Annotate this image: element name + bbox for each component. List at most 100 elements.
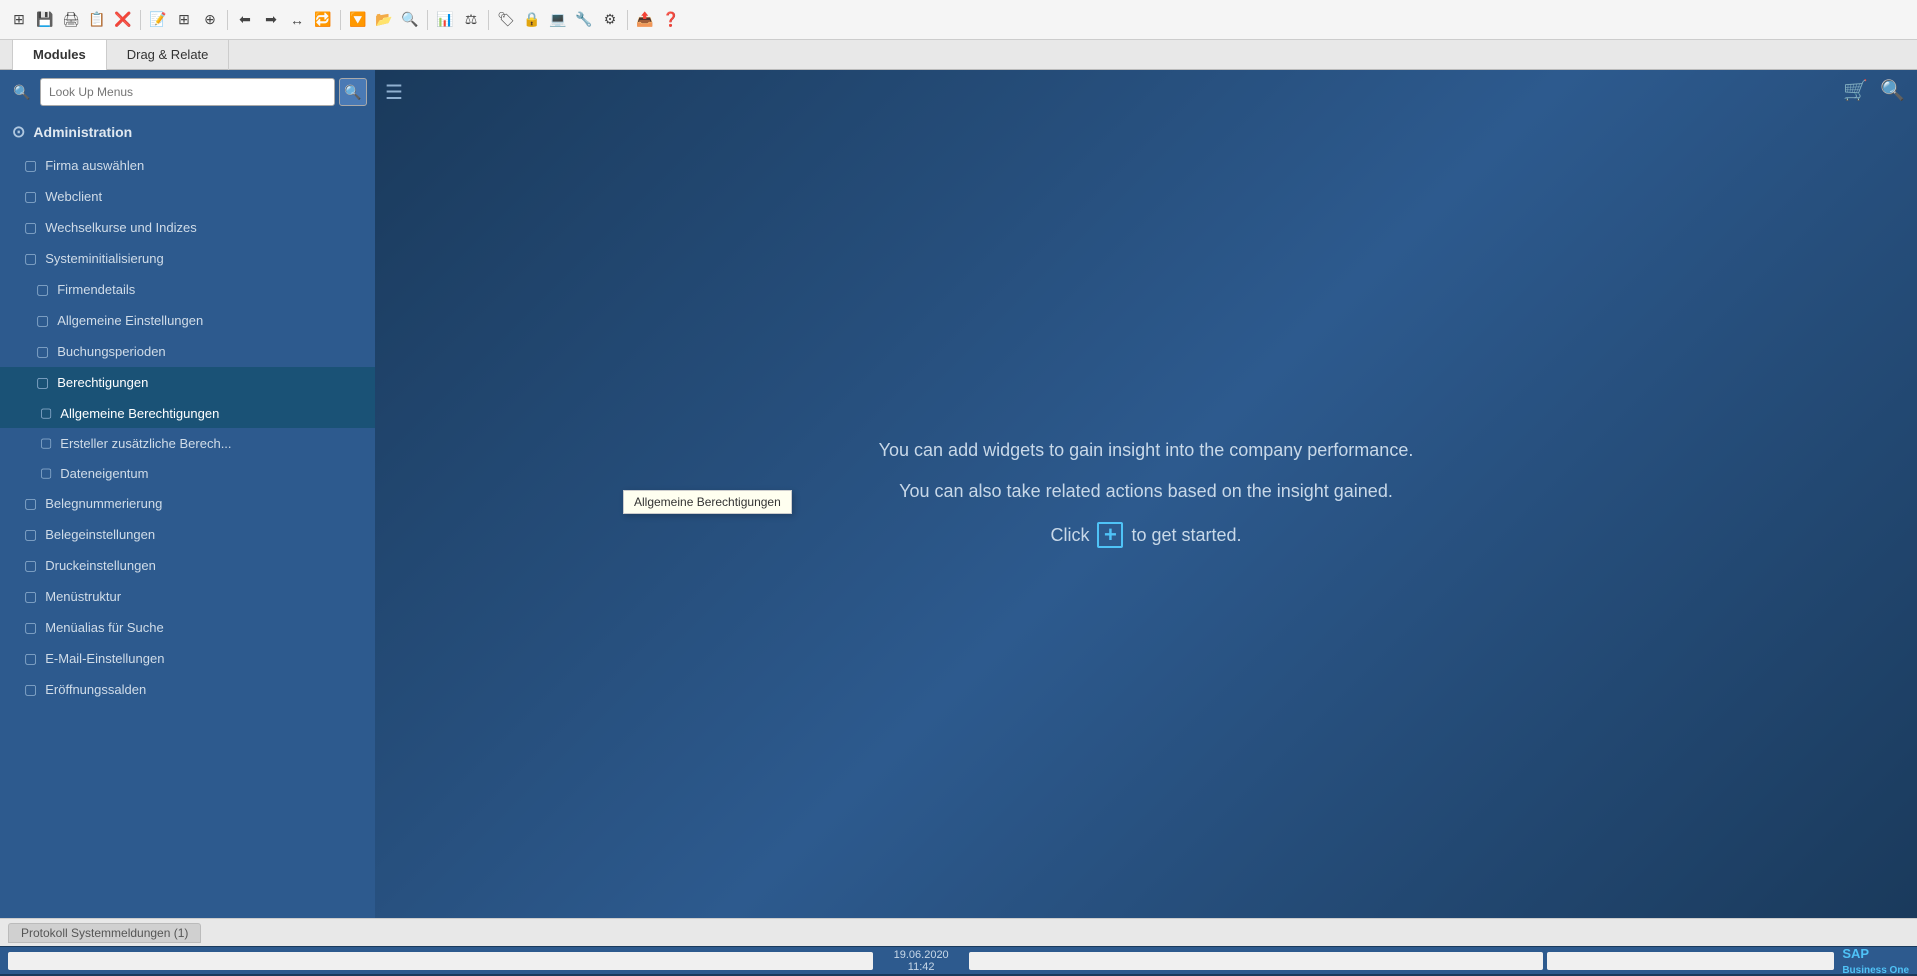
menustruktur-label: Menüstruktur: [45, 589, 121, 604]
ersteller-label: Ersteller zusätzliche Berech...: [60, 436, 231, 451]
belegnummerierung-label: Belegnummerierung: [45, 496, 162, 511]
toolbar-icon-chart[interactable]: 📊: [434, 9, 456, 31]
firma-label: Firma auswählen: [45, 158, 144, 173]
toolbar-icon-copy[interactable]: 📋: [86, 9, 108, 31]
berechtigungen-label: Berechtigungen: [57, 375, 148, 390]
toolbar-icon-help[interactable]: ❓: [660, 9, 682, 31]
firmendetails-label: Firmendetails: [57, 282, 135, 297]
toolbar-icon-edit[interactable]: 📝: [147, 9, 169, 31]
bottom-seg-1: [969, 952, 1543, 970]
right-icons-container: 🛒 🔍: [1843, 78, 1905, 103]
dateneigentum-icon: ▢: [40, 465, 52, 481]
sidebar-item-belegnummerierung[interactable]: ▢ Belegnummerierung: [0, 488, 375, 519]
sidebar-item-allgemeine-berechtigungen[interactable]: ▢ Allgemeine Berechtigungen: [0, 398, 375, 428]
toolbar-separator-2: [227, 10, 228, 30]
sidebar-item-firma[interactable]: ▢ Firma auswählen: [0, 150, 375, 181]
cart-icon[interactable]: 🛒: [1843, 78, 1868, 103]
admin-icon: ⊙: [12, 122, 25, 142]
toolbar-icon-export[interactable]: 📤: [634, 9, 656, 31]
hamburger-button[interactable]: ☰: [385, 80, 403, 105]
sidebar-item-webclient[interactable]: ▢ Webclient: [0, 181, 375, 212]
sidebar-item-eroffnungssalden[interactable]: ▢ Eröffnungssalden: [0, 674, 375, 705]
content-line1: You can add widgets to gain insight into…: [879, 440, 1414, 461]
tooltip-allgemeine-berechtigungen: Allgemeine Berechtigungen: [623, 490, 792, 514]
bottom-bar: 19.06.2020 11:42 SAPBusiness One: [0, 946, 1917, 974]
sap-logo: SAPBusiness One: [1842, 946, 1909, 976]
toolbar: ⊞ 💾 🖨 📋 ❌ 📝 ⊞ ⊕ ⬅ ➡ ↔ 🔁 🔽 📂 🔍 📊 ⚖ 🏷 🔒 💻 …: [0, 0, 1917, 40]
allgemeine-einstellungen-icon: ▢: [36, 312, 49, 329]
administration-label: Administration: [33, 124, 132, 140]
toolbar-icon-grid[interactable]: ⊞: [8, 9, 30, 31]
toolbar-icon-folder[interactable]: 📂: [373, 9, 395, 31]
bottom-bar-left-segment: [8, 952, 873, 970]
toolbar-icon-layout[interactable]: ⊞: [173, 9, 195, 31]
toolbar-icon-back[interactable]: ⬅: [234, 9, 256, 31]
toolbar-icon-settings[interactable]: ⚙: [599, 9, 621, 31]
toolbar-icon-wrench[interactable]: 🔧: [573, 9, 595, 31]
toolbar-icon-monitor[interactable]: 💻: [547, 9, 569, 31]
toolbar-icon-add[interactable]: ⊕: [199, 9, 221, 31]
toolbar-icon-lock[interactable]: 🔒: [521, 9, 543, 31]
menualias-label: Menüalias für Suche: [45, 620, 164, 635]
druckeinstellungen-icon: ▢: [24, 557, 37, 574]
main-layout: 🔍 🔍 ⊙ Administration ▢ Firma auswählen ▢…: [0, 70, 1917, 918]
sidebar: 🔍 🔍 ⊙ Administration ▢ Firma auswählen ▢…: [0, 70, 375, 918]
sidebar-item-ersteller[interactable]: ▢ Ersteller zusätzliche Berech...: [0, 428, 375, 458]
toolbar-icon-save[interactable]: 💾: [34, 9, 56, 31]
search-input[interactable]: [40, 78, 335, 106]
sidebar-item-belegeinstellungen[interactable]: ▢ Belegeinstellungen: [0, 519, 375, 550]
menustruktur-icon: ▢: [24, 588, 37, 605]
module-tabs: Modules Drag & Relate: [0, 40, 1917, 70]
sidebar-item-email[interactable]: ▢ E-Mail-Einstellungen: [0, 643, 375, 674]
druckeinstellungen-label: Druckeinstellungen: [45, 558, 156, 573]
systemini-label: Systeminitialisierung: [45, 251, 164, 266]
sidebar-item-administration[interactable]: ⊙ Administration: [0, 114, 375, 150]
toolbar-icon-search[interactable]: 🔍: [399, 9, 421, 31]
ersteller-icon: ▢: [40, 435, 52, 451]
email-icon: ▢: [24, 650, 37, 667]
buchungsperioden-icon: ▢: [36, 343, 49, 360]
sidebar-item-wechselkurse[interactable]: ▢ Wechselkurse und Indizes: [0, 212, 375, 243]
sidebar-item-allgemeine-einstellungen[interactable]: ▢ Allgemeine Einstellungen: [0, 305, 375, 336]
search-icon-top[interactable]: 🔍: [1880, 78, 1905, 103]
toolbar-icon-close[interactable]: ❌: [112, 9, 134, 31]
toolbar-icon-balance[interactable]: ⚖: [460, 9, 482, 31]
systemini-icon: ▢: [24, 250, 37, 267]
content-message: You can add widgets to gain insight into…: [879, 440, 1414, 548]
status-bar: Protokoll Systemmeldungen (1): [0, 918, 1917, 946]
tab-drag-relate[interactable]: Drag & Relate: [107, 40, 230, 70]
sidebar-search-container: 🔍 🔍: [0, 70, 375, 114]
sidebar-item-menualias[interactable]: ▢ Menüalias für Suche: [0, 612, 375, 643]
sidebar-item-systeminitialisierung[interactable]: ▢ Systeminitialisierung: [0, 243, 375, 274]
belegnummerierung-icon: ▢: [24, 495, 37, 512]
sidebar-item-menustruktur[interactable]: ▢ Menüstruktur: [0, 581, 375, 612]
plus-icon[interactable]: +: [1097, 522, 1123, 548]
toolbar-icon-swap[interactable]: ↔: [286, 9, 308, 31]
sidebar-item-druckeinstellungen[interactable]: ▢ Druckeinstellungen: [0, 550, 375, 581]
toolbar-icon-forward[interactable]: ➡: [260, 9, 282, 31]
menualias-icon: ▢: [24, 619, 37, 636]
allgemeine-einstellungen-label: Allgemeine Einstellungen: [57, 313, 203, 328]
toolbar-icon-filter[interactable]: 🔽: [347, 9, 369, 31]
sidebar-item-dateneigentum[interactable]: ▢ Dateneigentum: [0, 458, 375, 488]
webclient-label: Webclient: [45, 189, 102, 204]
dateneigentum-label: Dateneigentum: [60, 466, 148, 481]
content-line2: You can also take related actions based …: [879, 481, 1414, 502]
allg-berech-label: Allgemeine Berechtigungen: [60, 406, 219, 421]
search-button[interactable]: 🔍: [339, 78, 367, 106]
sidebar-item-firmendetails[interactable]: ▢ Firmendetails: [0, 274, 375, 305]
sidebar-item-buchungsperioden[interactable]: ▢ Buchungsperioden: [0, 336, 375, 367]
wechselkurse-icon: ▢: [24, 219, 37, 236]
toolbar-icon-print[interactable]: 🖨: [60, 9, 82, 31]
content-area: ☰ 🛒 🔍 You can add widgets to gain insigh…: [375, 70, 1917, 918]
tab-modules[interactable]: Modules: [12, 40, 107, 70]
eroffnungssalden-icon: ▢: [24, 681, 37, 698]
toolbar-icon-refresh[interactable]: 🔁: [312, 9, 334, 31]
sidebar-item-berechtigungen[interactable]: ▢ Berechtigungen: [0, 367, 375, 398]
bottom-seg-2: [1547, 952, 1834, 970]
click-before: Click: [1050, 525, 1089, 546]
status-tab-protokoll[interactable]: Protokoll Systemmeldungen (1): [8, 923, 201, 943]
allg-berech-icon: ▢: [40, 405, 52, 421]
berechtigungen-icon: ▢: [36, 374, 49, 391]
toolbar-icon-tag[interactable]: 🏷: [495, 9, 517, 31]
